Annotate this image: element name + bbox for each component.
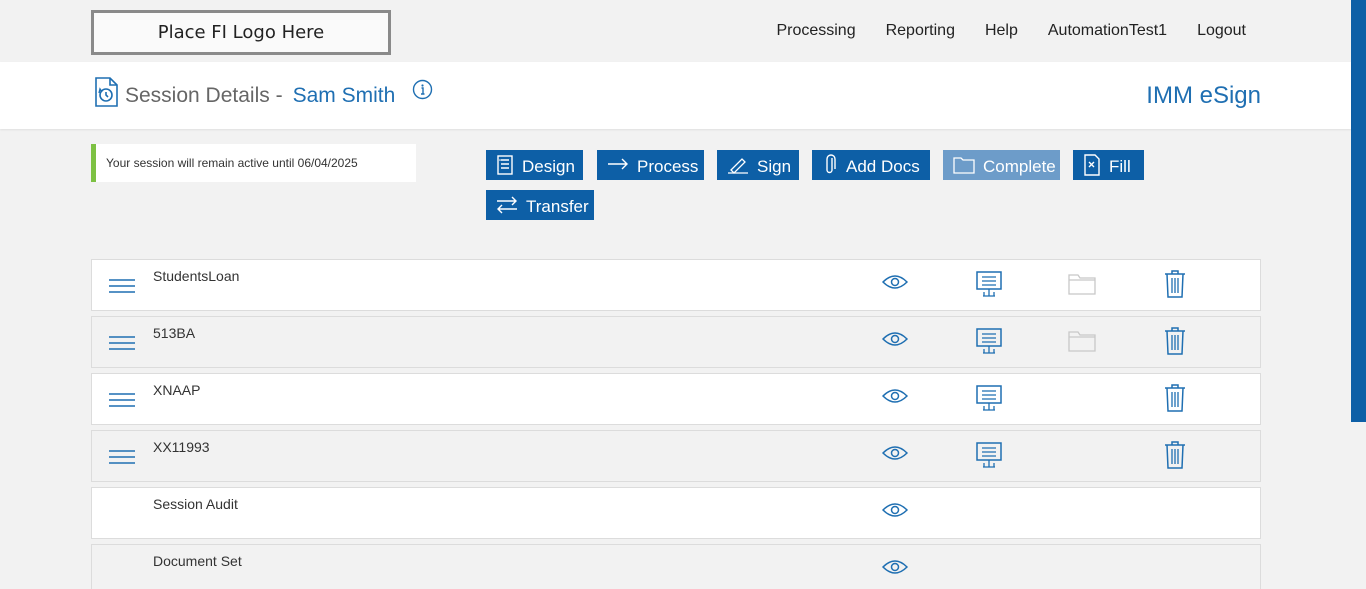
nav-reporting[interactable]: Reporting [886, 22, 955, 40]
transfer-button[interactable]: Transfer [486, 190, 594, 220]
nav-user[interactable]: AutomationTest1 [1048, 22, 1167, 40]
top-bar: Place FI Logo Here Processing Reporting … [0, 0, 1366, 62]
process-button-label: Process [637, 156, 699, 176]
design-button[interactable]: Design [486, 150, 583, 180]
eye-icon[interactable] [881, 445, 909, 466]
pen-icon [728, 158, 748, 174]
document-row: XNAAP [91, 373, 1261, 425]
presentation-icon[interactable] [975, 442, 1003, 473]
trash-icon[interactable] [1164, 384, 1186, 417]
document-name: XX11993 [153, 439, 210, 455]
complete-button-label: Complete [983, 156, 1056, 176]
eye-icon[interactable] [881, 559, 909, 580]
eye-icon[interactable] [881, 502, 909, 523]
eye-icon[interactable] [881, 274, 909, 295]
brand-name: IMM eSign [1146, 82, 1261, 109]
design-icon [497, 155, 513, 175]
document-row: StudentsLoan [91, 259, 1261, 311]
add-docs-button-label: Add Docs [846, 156, 920, 176]
page-scrollbar[interactable] [1351, 0, 1366, 422]
document-name: Document Set [153, 553, 242, 569]
sign-button-label: Sign [757, 156, 792, 176]
session-history-icon [93, 77, 119, 112]
trash-icon[interactable] [1164, 441, 1186, 474]
document-row: XX11993 [91, 430, 1261, 482]
info-icon[interactable] [412, 79, 433, 105]
folder-icon[interactable] [1068, 273, 1096, 300]
document-row: 513BA [91, 316, 1261, 368]
complete-button[interactable]: Complete [943, 150, 1060, 180]
eye-icon[interactable] [881, 388, 909, 409]
document-name: Session Audit [153, 496, 238, 512]
page-header: Session Details - Sam Smith IMM eSign [0, 62, 1351, 129]
main-nav: Processing Reporting Help AutomationTest… [776, 22, 1246, 40]
nav-processing[interactable]: Processing [776, 22, 855, 40]
nav-help[interactable]: Help [985, 22, 1018, 40]
fill-form-icon [1084, 154, 1100, 176]
document-name: StudentsLoan [153, 268, 240, 284]
drag-handle-icon[interactable] [108, 392, 136, 413]
session-expiry-notice: Your session will remain active until 06… [91, 144, 416, 182]
fill-button-label: Fill [1109, 156, 1131, 176]
document-row: Session Audit [91, 487, 1261, 539]
trash-icon[interactable] [1164, 327, 1186, 360]
eye-icon[interactable] [881, 331, 909, 352]
document-name: 513BA [153, 325, 196, 341]
folder-icon[interactable] [1068, 330, 1096, 357]
transfer-arrows-icon [497, 196, 517, 214]
folder-icon [953, 157, 975, 174]
drag-handle-icon[interactable] [108, 278, 136, 299]
sign-button[interactable]: Sign [717, 150, 799, 180]
process-button[interactable]: Process [597, 150, 704, 180]
presentation-icon[interactable] [975, 271, 1003, 302]
page-title: Session Details - Sam Smith [125, 84, 395, 108]
presentation-icon[interactable] [975, 328, 1003, 359]
drag-handle-icon[interactable] [108, 449, 136, 470]
paperclip-icon [826, 154, 836, 174]
presentation-icon[interactable] [975, 385, 1003, 416]
page-title-label: Session Details - [125, 84, 283, 107]
design-button-label: Design [522, 156, 575, 176]
add-docs-button[interactable]: Add Docs [812, 150, 930, 180]
document-row: Document Set [91, 544, 1261, 589]
fi-logo[interactable]: Place FI Logo Here [91, 10, 391, 55]
drag-handle-icon[interactable] [108, 335, 136, 356]
customer-name: Sam Smith [292, 84, 396, 107]
nav-logout[interactable]: Logout [1197, 22, 1246, 40]
fill-button[interactable]: Fill [1073, 150, 1144, 180]
trash-icon[interactable] [1164, 270, 1186, 303]
arrow-right-icon [608, 158, 628, 170]
document-name: XNAAP [153, 382, 201, 398]
transfer-button-label: Transfer [526, 196, 589, 216]
